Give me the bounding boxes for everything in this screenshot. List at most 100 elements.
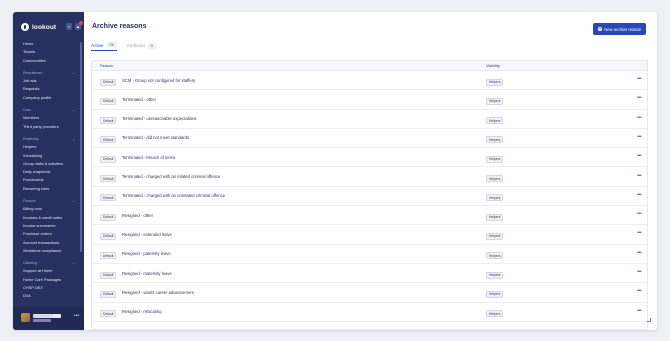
sidebar-item[interactable]: Group visits & activities: [13, 160, 84, 168]
table-row[interactable]: Default Resigned - maternity leave Helpers…: [92, 264, 647, 284]
default-badge: Default: [100, 213, 117, 221]
row-more-icon[interactable]: •••: [637, 153, 642, 159]
sidebar: lookout ▪ ▲ Home Tickets Communities Recrui…: [13, 12, 84, 330]
tab-bar: Active 26 Archived 0: [91, 40, 156, 51]
default-badge: Default: [100, 175, 117, 182]
reason-text: Terminated - other: [122, 96, 156, 102]
sidebar-item[interactable]: Invoice summaries: [13, 222, 84, 230]
bell-icon[interactable]: ▲: [75, 21, 83, 30]
table-row[interactable]: Default Terminated - breach of terms Helpe…: [92, 148, 647, 168]
row-more-icon[interactable]: •••: [637, 211, 642, 217]
row-more-icon[interactable]: •••: [637, 269, 642, 275]
resize-handle-icon[interactable]: [647, 318, 651, 322]
sidebar-item[interactable]: Requests: [13, 85, 84, 93]
column-header-reason: Reason: [100, 63, 114, 68]
table-row[interactable]: Default Resigned - paternity leave Helpers…: [92, 245, 647, 264]
plus-icon: +: [597, 25, 603, 32]
reason-text: Resigned - other: [122, 212, 153, 218]
reason-text: Terminated - charged with an related cri…: [122, 174, 221, 179]
visibility-badge: Helpers: [486, 252, 504, 260]
row-more-icon[interactable]: •••: [637, 192, 642, 198]
table-row[interactable]: Default Resigned - wants career advanceme…: [92, 283, 647, 303]
row-more-icon[interactable]: •••: [637, 134, 642, 140]
brand[interactable]: lookout: [21, 22, 56, 32]
reason-text: Resigned - wants career advancement: [122, 289, 194, 295]
table-row[interactable]: Default Terminated - other Helpers •••: [92, 90, 647, 110]
table-header: Reason Visibility: [92, 61, 647, 71]
sidebar-section-label: Care: [23, 108, 31, 113]
new-archive-reason-label: New archive reason: [604, 26, 642, 32]
sidebar-item[interactable]: Purchase orders: [13, 230, 84, 238]
sidebar-item[interactable]: Job ads: [13, 77, 84, 85]
sidebar-item[interactable]: Company profile: [13, 94, 84, 102]
tab-archived[interactable]: Archived 0: [127, 40, 156, 51]
row-more-icon[interactable]: •••: [637, 173, 642, 179]
new-archive-reason-button[interactable]: + New archive reason: [593, 23, 646, 35]
sidebar-item[interactable]: Invoices & credit notes: [13, 214, 84, 222]
tab-archived-label: Archived: [126, 43, 145, 48]
sidebar-item[interactable]: Home Care Packages: [13, 276, 84, 284]
user-menu-more-icon[interactable]: •••: [74, 313, 79, 319]
visibility-badge: Helpers: [486, 155, 504, 163]
default-badge: Default: [100, 97, 117, 105]
table-row[interactable]: Default Terminated - did not meet standar…: [92, 129, 647, 149]
row-more-icon[interactable]: •••: [637, 308, 642, 314]
sidebar-item[interactable]: Account transactions: [13, 239, 84, 247]
row-more-icon[interactable]: •••: [637, 115, 642, 121]
sidebar-item[interactable]: Scheduling: [13, 152, 84, 160]
default-badge: Default: [100, 117, 117, 125]
sidebar-section-header[interactable]: Finance ⌄: [13, 197, 84, 205]
app-window: lookout ▪ ▲ Home Tickets Communities Recrui…: [13, 12, 657, 330]
sidebar-item[interactable]: Recurring roles: [13, 185, 84, 193]
user-profile[interactable]: •••: [13, 307, 84, 330]
sidebar-item[interactable]: Support at Home: [13, 267, 84, 275]
visibility-badge: Helpers: [486, 136, 504, 144]
sidebar-section-label: Rostering: [23, 136, 39, 141]
visibility-badge: Helpers: [486, 175, 504, 182]
default-badge: Default: [100, 290, 117, 298]
row-more-icon[interactable]: •••: [637, 250, 642, 256]
visibility-badge: Helpers: [486, 78, 504, 86]
lookout-logo-icon: [21, 23, 29, 31]
sidebar-section-header[interactable]: Recruitment ⌄: [13, 69, 84, 77]
sidebar-item[interactable]: Tickets: [13, 48, 84, 56]
sidebar-scrollbar[interactable]: [80, 42, 82, 252]
chevron-down-icon: ⌄: [72, 136, 75, 141]
sidebar-item[interactable]: Communities: [13, 57, 84, 65]
sidebar-item[interactable]: Billing runs: [13, 205, 84, 213]
table-row[interactable]: Default Resigned - extended leave Helpers •…: [92, 225, 647, 245]
bookmark-icon[interactable]: ▪: [66, 23, 72, 30]
table-row[interactable]: Default Terminated - charged with an rela…: [92, 168, 647, 187]
sidebar-section-header[interactable]: Claiming ⌄: [13, 259, 84, 267]
default-badge: Default: [100, 271, 117, 279]
table-row[interactable]: Default Resigned - other Helpers •••: [92, 206, 647, 226]
visibility-badge: Helpers: [486, 310, 504, 318]
sidebar-section-label: Finance: [23, 199, 36, 204]
visibility-badge: Helpers: [486, 117, 504, 125]
sidebar-item[interactable]: Home: [13, 40, 84, 48]
row-more-icon[interactable]: •••: [637, 95, 642, 101]
sidebar-section-label: Claiming: [23, 261, 37, 266]
row-more-icon[interactable]: •••: [637, 230, 642, 236]
sidebar-item[interactable]: CHSP DEX: [13, 284, 84, 292]
sidebar-section-header[interactable]: Care ⌄: [13, 106, 84, 114]
reason-text: Resigned - relocating: [122, 309, 162, 315]
row-more-icon[interactable]: •••: [637, 288, 642, 294]
brand-name: lookout: [32, 23, 57, 31]
sidebar-section-header[interactable]: Rostering ⌄: [13, 135, 84, 143]
table-row[interactable]: Default Resigned - relocating Helpers •••: [92, 303, 647, 322]
sidebar-item[interactable]: Daily snapshots: [13, 168, 84, 176]
sidebar-item[interactable]: Helpers: [13, 143, 84, 151]
row-more-icon[interactable]: •••: [637, 76, 642, 82]
sidebar-item[interactable]: Punchcards: [13, 176, 84, 184]
sidebar-item[interactable]: Third party providers: [13, 123, 84, 131]
sidebar-item[interactable]: DVA: [13, 292, 84, 300]
tab-active[interactable]: Active 26: [91, 40, 117, 51]
table-row[interactable]: Default SCM - Group not configured for st…: [92, 71, 647, 91]
sidebar-item[interactable]: Workforce compliance: [13, 247, 84, 255]
sidebar-item[interactable]: Members: [13, 114, 84, 122]
notification-badge: [79, 21, 83, 25]
archive-reasons-table: Reason Visibility Default SCM - Group not…: [91, 60, 648, 330]
table-row[interactable]: Default Terminated - unreasonable expecta…: [92, 110, 647, 129]
table-row[interactable]: Default Terminated - charged with an unre…: [92, 187, 647, 207]
